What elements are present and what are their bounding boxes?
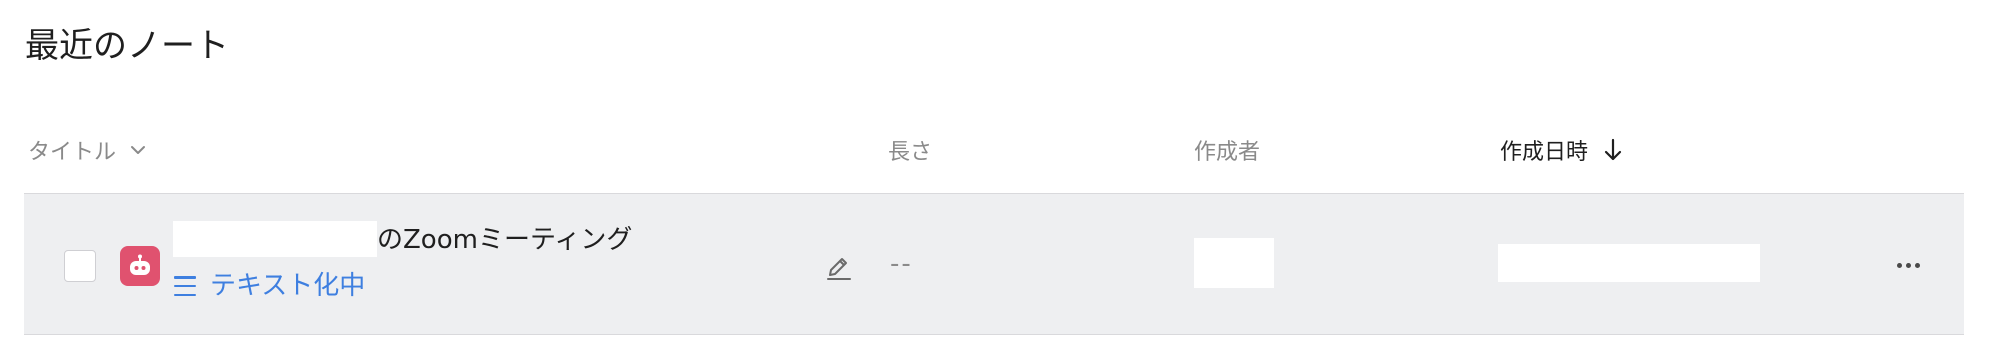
created-value-redacted xyxy=(1498,244,1760,282)
column-header-created-label: 作成日時 xyxy=(1500,140,1589,165)
bot-icon xyxy=(120,246,160,286)
page-title: 最近のノート xyxy=(25,26,229,66)
pencil-icon[interactable] xyxy=(824,250,854,282)
table-header: タイトル 長さ 作成者 作成日時 xyxy=(24,128,1964,194)
transcription-status-label: テキスト化中 xyxy=(210,271,366,301)
transcription-status: テキスト化中 xyxy=(174,268,365,304)
arrow-down-icon xyxy=(1604,138,1622,162)
table-row[interactable]: のZoomミーティング テキスト化中 -- xyxy=(24,193,1964,335)
more-horizontal-icon[interactable] xyxy=(1890,250,1926,280)
note-name-redacted xyxy=(173,221,377,257)
note-name[interactable]: のZoomミーティング xyxy=(377,222,632,258)
column-header-title-label: タイトル xyxy=(28,140,117,165)
column-header-author[interactable]: 作成者 xyxy=(1194,128,1260,172)
column-header-length[interactable]: 長さ xyxy=(888,128,932,172)
length-value: -- xyxy=(890,249,913,279)
column-header-created[interactable]: 作成日時 xyxy=(1500,128,1622,172)
row-checkbox[interactable] xyxy=(64,250,96,282)
lines-icon xyxy=(174,276,196,296)
column-header-title[interactable]: タイトル xyxy=(28,128,148,172)
column-header-length-label: 長さ xyxy=(888,140,933,165)
column-header-author-label: 作成者 xyxy=(1194,140,1261,165)
author-value-redacted xyxy=(1194,238,1274,288)
chevron-down-icon[interactable] xyxy=(128,140,148,160)
